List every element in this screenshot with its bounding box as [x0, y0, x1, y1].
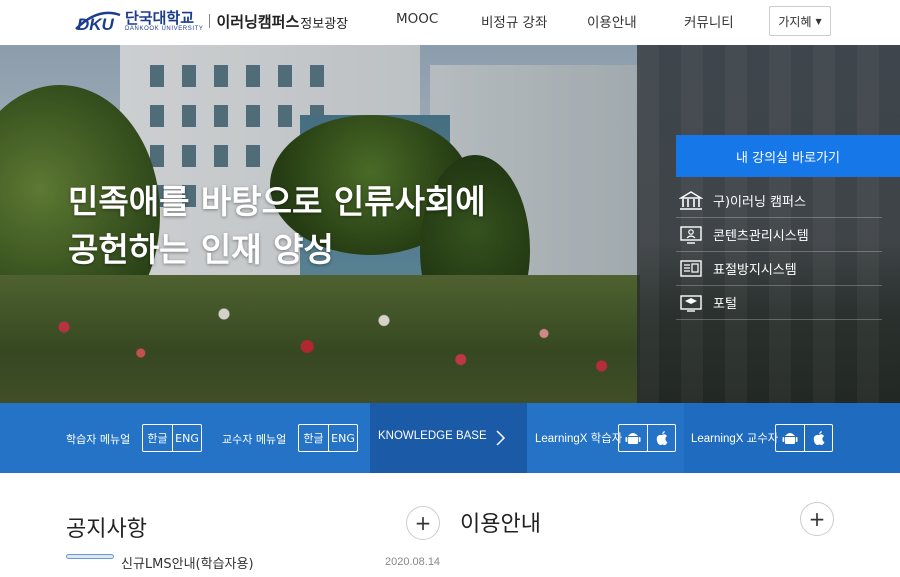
professor-manual-korean-button[interactable]: 한글	[299, 425, 328, 451]
nav-info-plaza[interactable]: 정보광장	[300, 13, 348, 32]
logo-campus-name: 이러닝캠퍼스	[216, 12, 300, 31]
notice-item-title[interactable]: 신규LMS안내(학습자용)	[121, 553, 254, 572]
hero-title-line-1: 민족애를 바탕으로 인류사회에	[68, 182, 486, 221]
link-label: 콘텐츠관리시스템	[713, 229, 809, 244]
link-old-elearning-campus[interactable]: 구)이러닝 캠퍼스	[676, 184, 882, 218]
link-plagiarism-prevention-system[interactable]: 표절방지시스템	[676, 252, 882, 286]
nav-mooc[interactable]: MOOC	[396, 11, 438, 27]
logo-univ-name: 단국대학교	[125, 8, 195, 27]
learner-manual-label: 학습자 메뉴얼	[66, 433, 131, 446]
graduation-icon	[679, 293, 703, 313]
notice-section-title: 공지사항	[66, 517, 147, 542]
learningx-learner-apps	[618, 424, 676, 452]
android-icon[interactable]	[619, 425, 647, 451]
museum-icon	[679, 190, 703, 211]
notice-tab-indicator	[66, 554, 114, 559]
nav-community[interactable]: 커뮤니티	[684, 11, 734, 31]
site-logo[interactable]: DKU 단국대학교 DANKOOK UNIVERSITY 이러닝캠퍼스 정보광장	[74, 8, 348, 34]
dku-logo-mark: DKU	[74, 9, 122, 34]
link-label: 표절방지시스템	[713, 263, 797, 278]
link-portal[interactable]: 포털	[676, 286, 882, 320]
professor-manual-label: 교수자 메뉴얼	[222, 433, 287, 446]
android-icon[interactable]	[776, 425, 804, 451]
user-select-label: 가지혜	[778, 14, 812, 29]
learningx-learner-label: LearningX 학습자	[535, 433, 623, 445]
chevron-right-icon[interactable]	[492, 427, 508, 449]
logo-univ-name-en: DANKOOK UNIVERSITY	[125, 25, 204, 32]
plus-icon: +	[414, 511, 432, 535]
link-content-management-system[interactable]: 콘텐츠관리시스템	[676, 218, 882, 252]
learner-manual-korean-button[interactable]: 한글	[143, 425, 172, 451]
learner-manual-lang: 한글 ENG	[142, 424, 202, 452]
notice-item-date: 2020.08.14	[385, 556, 441, 568]
link-label: 포털	[713, 297, 737, 312]
logo-university: 단국대학교 DANKOOK UNIVERSITY	[125, 10, 203, 33]
learner-manual-english-button[interactable]: ENG	[172, 425, 201, 451]
notice-more-button[interactable]: +	[406, 506, 440, 540]
professor-manual-english-button[interactable]: ENG	[328, 425, 357, 451]
learningx-professor-apps	[775, 424, 833, 452]
hero-title: 민족애를 바탕으로 인류사회에 공헌하는 인재 양성	[68, 178, 486, 274]
quick-bar: 학습자 메뉴얼 한글 ENG 교수자 메뉴얼 한글 ENG KNOWLEDGE …	[0, 403, 900, 473]
nav-guide[interactable]: 이용안내	[587, 11, 637, 31]
logo-divider	[209, 14, 211, 28]
hero-title-line-2: 공헌하는 인재 양성	[68, 230, 334, 269]
professor-manual-lang: 한글 ENG	[298, 424, 358, 452]
header: DKU 단국대학교 DANKOOK UNIVERSITY 이러닝캠퍼스 정보광장…	[0, 0, 900, 45]
learningx-professor-label: LearningX 교수자	[691, 433, 779, 445]
nav-non-regular-courses[interactable]: 비정규 강좌	[481, 11, 547, 31]
my-classroom-button[interactable]: 내 강의실 바로가기	[676, 135, 900, 177]
guide-more-button[interactable]: +	[800, 502, 834, 536]
guide-section-title: 이용안내	[460, 512, 541, 537]
apple-icon[interactable]	[804, 425, 832, 451]
monitor-icon	[679, 225, 703, 245]
quick-link-list: 구)이러닝 캠퍼스 콘텐츠관리시스템 표절방지시스템 포털	[676, 184, 882, 320]
link-label: 구)이러닝 캠퍼스	[713, 195, 806, 210]
apple-icon[interactable]	[647, 425, 675, 451]
user-select[interactable]: 가지혜 ▼	[769, 6, 831, 36]
caret-down-icon: ▼	[815, 16, 822, 26]
document-icon	[679, 259, 703, 279]
plus-icon: +	[808, 507, 826, 531]
knowledge-base-link[interactable]: KNOWLEDGE BASE	[378, 430, 487, 442]
svg-text:DKU: DKU	[77, 15, 115, 33]
